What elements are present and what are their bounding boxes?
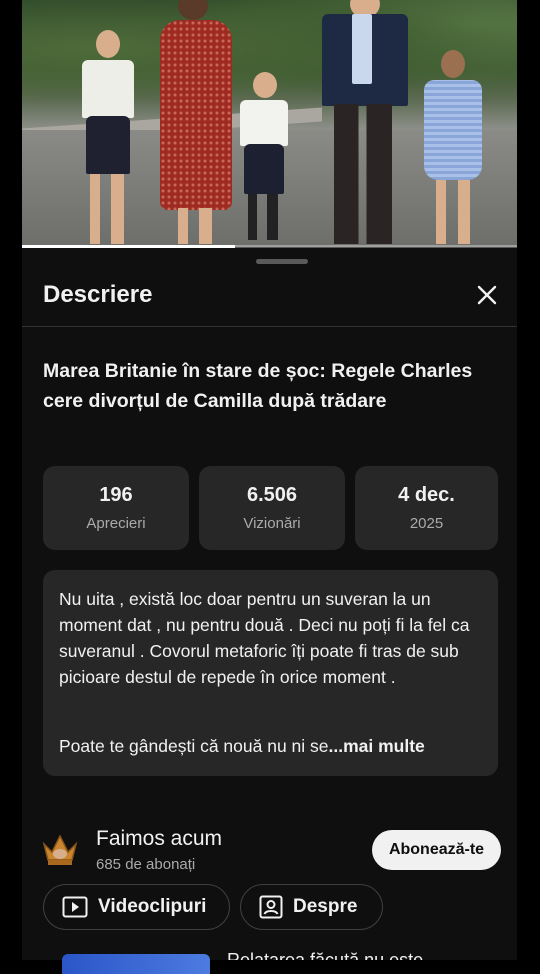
close-button[interactable]	[473, 281, 501, 309]
subscribe-button[interactable]: Abonează-te	[372, 830, 501, 870]
video-figure	[78, 30, 138, 245]
video-figure	[154, 0, 236, 245]
videos-button[interactable]: Videoclipuri	[43, 884, 230, 930]
likes-stat: 196 Aprecieri	[43, 466, 189, 550]
publish-date: 4 dec.	[398, 484, 455, 506]
videos-label: Videoclipuri	[98, 896, 207, 917]
play-box-icon	[62, 896, 88, 918]
date-stat: 4 dec. 2025	[355, 466, 498, 550]
next-item-title[interactable]: Relatarea făcută nu este	[227, 948, 497, 960]
video-player[interactable]	[22, 0, 517, 247]
description-box[interactable]: Nu uita , există loc doar pentru un suve…	[43, 570, 498, 776]
close-icon	[477, 285, 497, 305]
likes-label: Aprecieri	[86, 515, 146, 532]
description-preview-line: Poate te gândești că nouă nu ni se...mai…	[59, 736, 425, 757]
views-stat: 6.506 Vizionări	[199, 466, 345, 550]
right-letterbox	[517, 0, 540, 960]
likes-count: 196	[99, 484, 133, 506]
left-letterbox	[0, 0, 22, 960]
person-card-icon	[259, 895, 283, 919]
sheet-divider	[22, 326, 517, 327]
video-title: Marea Britanie în stare de șoc: Regele C…	[43, 360, 473, 412]
crown-avatar-icon	[42, 834, 78, 865]
next-item-thumbnail[interactable]	[62, 954, 210, 974]
next-item-title-text: Relatarea făcută nu este	[227, 950, 424, 960]
views-count: 6.506	[246, 484, 298, 506]
description-sheet: Descriere Marea Britanie în stare de șoc…	[22, 248, 517, 974]
drag-handle[interactable]	[256, 259, 308, 264]
sheet-title: Descriere	[43, 281, 153, 308]
show-more-link[interactable]: ...mai multe	[329, 736, 425, 756]
description-preview: Poate te gândești că nouă nu ni se	[59, 736, 329, 756]
video-figure	[318, 0, 412, 245]
about-label: Despre	[293, 896, 358, 917]
publish-year: 2025	[409, 515, 444, 532]
description-text: Nu uita , există loc doar pentru un suve…	[59, 589, 470, 687]
views-label: Vizionări	[243, 515, 301, 532]
video-figure	[236, 72, 292, 242]
video-figure	[420, 50, 486, 245]
channel-avatar[interactable]	[40, 830, 80, 870]
channel-name[interactable]: Faimos acum	[96, 827, 222, 851]
subscriber-count: 685 de abonați	[96, 856, 196, 873]
about-button[interactable]: Despre	[240, 884, 383, 930]
